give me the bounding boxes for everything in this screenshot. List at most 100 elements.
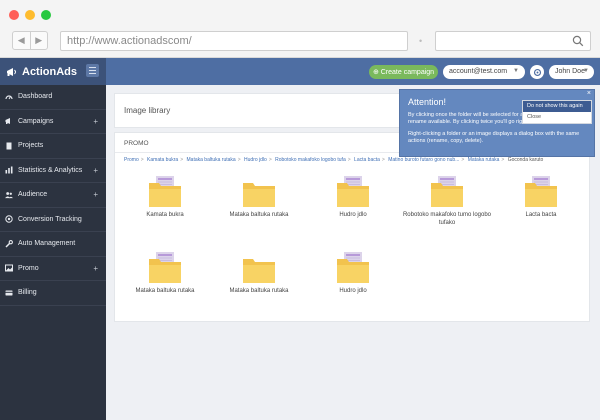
sidebar-item-label: Auto Management	[18, 240, 76, 248]
arrow-left-icon[interactable]: ◀	[13, 32, 31, 49]
breadcrumb-item[interactable]: Lacta bacta	[354, 157, 380, 163]
image-icon	[5, 264, 13, 272]
users-icon	[5, 191, 13, 199]
folder-label: Mataka baltuka rutaka	[229, 288, 289, 294]
sidebar-item-label: Dashboard	[18, 93, 53, 101]
breadcrumb-item[interactable]: Promo	[124, 157, 139, 163]
breadcrumb-separator: >	[347, 157, 351, 163]
folder-item[interactable]: Robotoko makafoko tumo logobo tufako	[402, 175, 492, 227]
chevron-down-icon: ▼	[583, 68, 589, 74]
minimize-window-dot[interactable]	[25, 10, 35, 20]
sidebar-item-audience[interactable]: Audience +	[0, 183, 106, 208]
sidebar-item-label: Statistics & Analytics	[18, 166, 83, 174]
folder-item[interactable]: Hudro jdlo	[308, 251, 398, 296]
close-window-dot[interactable]	[9, 10, 19, 20]
breadcrumb-separator: >	[381, 157, 385, 163]
browser-nav-buttons: ◀ ▶	[12, 31, 48, 50]
sidebar-item-auto-management[interactable]: Auto Management	[0, 232, 106, 257]
folder-with-images-icon	[337, 176, 369, 207]
expand-plus-icon[interactable]: +	[93, 117, 98, 126]
breadcrumb-separator: >	[501, 157, 505, 163]
close-option[interactable]: Close	[523, 112, 591, 123]
megaphone-icon	[7, 67, 16, 76]
folder-with-images-icon	[525, 176, 557, 207]
expand-plus-icon[interactable]: +	[93, 264, 98, 273]
card-icon	[5, 289, 13, 297]
expand-plus-icon[interactable]: +	[93, 190, 98, 199]
breadcrumb-item[interactable]: Robotoko makafoko logobo tufa	[275, 157, 346, 163]
wrench-icon	[5, 239, 13, 248]
breadcrumb-item[interactable]: Matino buroto futaro gono nub...	[388, 157, 459, 163]
account-select[interactable]: account@test.com ▼	[443, 65, 525, 79]
folder-icon	[243, 183, 275, 207]
megaphone-icon	[5, 117, 13, 125]
document-icon	[5, 142, 13, 150]
create-campaign-button[interactable]: ⊕ Create campaign	[369, 65, 438, 79]
breadcrumb-separator: >	[180, 157, 184, 163]
sidebar-item-statistics[interactable]: Statistics & Analytics +	[0, 159, 106, 183]
breadcrumb-item[interactable]: Hudro jdlo	[244, 157, 267, 163]
page-title: Image library	[124, 106, 171, 115]
chevron-down-icon: ▼	[513, 68, 519, 74]
folder-with-images-icon	[149, 252, 181, 283]
folder-item[interactable]: Mataka baltuka rutaka	[214, 175, 304, 220]
sidebar-item-dashboard[interactable]: Dashboard	[0, 85, 106, 110]
popup-paragraph: Right-clicking a folder or an image disp…	[408, 130, 580, 145]
breadcrumb-item[interactable]: Mataka rutaka	[468, 157, 500, 163]
sidebar-item-conversion-tracking[interactable]: Conversion Tracking	[0, 208, 106, 232]
sidebar-item-label: Billing	[18, 289, 37, 297]
breadcrumb-current: Goconda karuto	[507, 157, 544, 163]
user-menu[interactable]: John Doe ▼	[549, 65, 594, 79]
sidebar-item-label: Conversion Tracking	[18, 215, 82, 223]
breadcrumb: Promo > Kamata bukra > Mataka baltuka ruta…	[124, 157, 584, 163]
app-header: ActionAds ⊕ Create campaign account@test…	[0, 58, 600, 85]
sidebar-item-label: Campaigns	[18, 117, 54, 125]
gear-icon	[533, 68, 541, 76]
url-bar[interactable]: http://www.actionadscom/	[60, 31, 408, 51]
close-icon[interactable]: ×	[587, 90, 591, 97]
folder-item[interactable]: Hudro jdlo	[308, 175, 398, 220]
sidebar: Dashboard Campaigns + Projects Statistic…	[0, 85, 106, 420]
folder-icon	[243, 259, 275, 283]
menu-toggle-icon[interactable]	[86, 64, 99, 77]
folder-item[interactable]: Lacta bacta	[496, 175, 586, 220]
arrow-right-icon[interactable]: ▶	[31, 32, 48, 49]
breadcrumb-separator: >	[237, 157, 241, 163]
sidebar-item-label: Audience	[18, 191, 48, 199]
breadcrumb-item[interactable]: Mataka baltuka rutaka	[187, 157, 236, 163]
folder-item[interactable]: Mataka baltuka rutaka	[120, 251, 210, 296]
folder-label: Hudro jdlo	[339, 212, 367, 218]
logo-text: ActionAds	[22, 65, 77, 78]
sidebar-item-projects[interactable]: Projects	[0, 134, 106, 159]
folder-label: Kamata bukra	[146, 212, 184, 218]
logo[interactable]: ActionAds	[0, 58, 106, 85]
settings-button[interactable]	[530, 65, 544, 79]
account-value: account@test.com	[449, 68, 508, 75]
breadcrumb-item[interactable]: Kamata bukra	[147, 157, 178, 163]
sidebar-item-label: Projects	[18, 142, 44, 150]
folder-label: Robotoko makafoko tumo logobo tufako	[402, 212, 492, 226]
breadcrumb-separator: >	[140, 157, 144, 163]
folder-with-images-icon	[149, 176, 181, 207]
breadcrumb-separator: >	[268, 157, 272, 163]
folder-item[interactable]: Mataka baltuka rutaka	[214, 251, 304, 296]
folder-label: Hudro jdlo	[339, 288, 367, 294]
sidebar-item-promo[interactable]: Promo +	[0, 257, 106, 281]
target-icon	[5, 215, 13, 223]
popup-title: Attention!	[408, 97, 447, 107]
folder-item[interactable]: Kamata bukra	[120, 175, 210, 220]
sidebar-item-campaigns[interactable]: Campaigns +	[0, 110, 106, 134]
sidebar-item-label: Promo	[18, 264, 39, 272]
maximize-window-dot[interactable]	[41, 10, 51, 20]
user-name: John Doe	[555, 68, 585, 75]
dashboard-icon	[5, 93, 13, 101]
browser-chrome: ◀ ▶ http://www.actionadscom/ •	[0, 0, 600, 58]
browser-search-input[interactable]	[435, 31, 591, 51]
folder-with-images-icon	[431, 176, 463, 207]
do-not-show-again-option[interactable]: Do not show this again	[523, 101, 591, 112]
sidebar-item-billing[interactable]: Billing	[0, 281, 106, 306]
folder-label: Lacta bacta	[525, 212, 557, 218]
expand-plus-icon[interactable]: +	[93, 166, 98, 175]
folder-with-images-icon	[337, 252, 369, 283]
search-icon[interactable]	[572, 35, 584, 47]
